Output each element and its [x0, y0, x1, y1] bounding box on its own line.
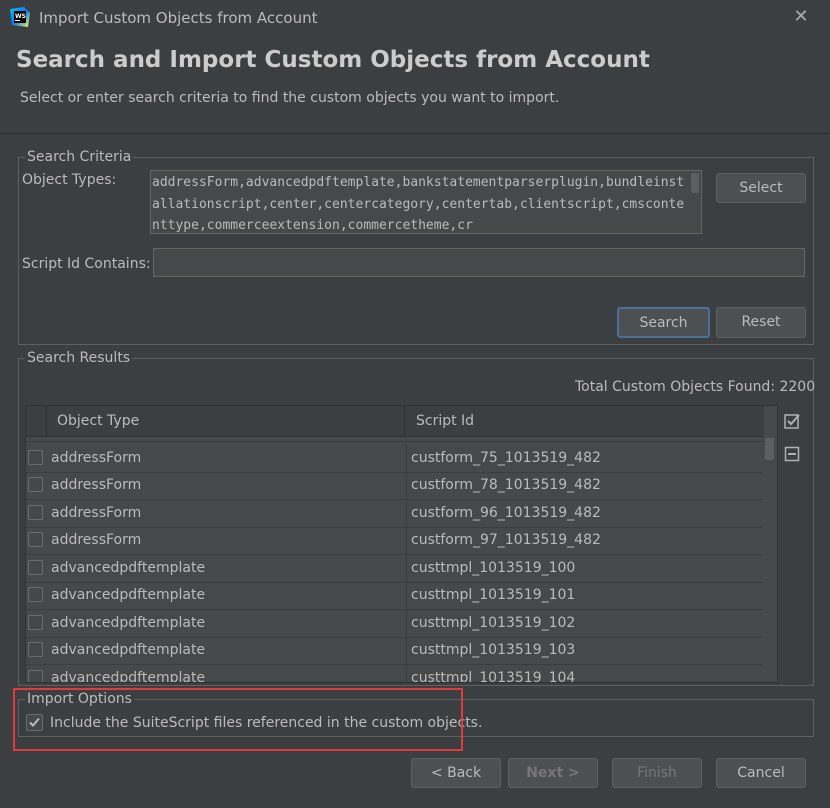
column-divider — [406, 472, 407, 499]
column-divider — [406, 637, 407, 664]
row-checkbox[interactable] — [28, 450, 43, 465]
object-types-scroll-thumb[interactable] — [691, 173, 699, 193]
object-type-cell: advancedpdftemplate — [51, 587, 206, 603]
script-id-cell: custform_96_1013519_482 — [411, 505, 601, 521]
object-type-cell: addressForm — [51, 477, 142, 493]
column-header-object-type[interactable]: Object Type — [47, 406, 405, 436]
object-types-textarea[interactable]: addressForm,advancedpdftemplate,bankstat… — [150, 170, 702, 234]
table-row[interactable]: addressForm custform_97_1013519_482 — [26, 527, 764, 555]
table-row[interactable]: addressForm custform_78_1013519_482 — [26, 472, 764, 500]
select-button[interactable]: Select — [716, 173, 806, 203]
script-id-cell: custtmpl_1013519_101 — [411, 587, 576, 603]
results-table: Object Type Script Id addressForm custfo… — [25, 405, 778, 683]
table-row[interactable]: advancedpdftemplate custtmpl_1013519_103 — [26, 637, 764, 665]
search-results-legend: Search Results — [25, 350, 133, 366]
table-row[interactable]: addressForm custform_96_1013519_482 — [26, 500, 764, 528]
back-button[interactable]: < Back — [411, 758, 501, 788]
script-id-cell: custtmpl_1013519_102 — [411, 615, 576, 631]
column-divider — [406, 582, 407, 609]
reset-button[interactable]: Reset — [716, 307, 806, 338]
table-scroll-thumb[interactable] — [765, 438, 774, 460]
object-type-cell: advancedpdftemplate — [51, 615, 206, 631]
object-type-cell: addressForm — [51, 532, 142, 548]
highlight-annotation — [13, 688, 463, 751]
script-id-label: Script Id Contains: — [22, 256, 151, 272]
header-divider — [0, 133, 830, 134]
column-divider — [406, 665, 407, 682]
header-checkbox-column — [26, 406, 47, 436]
object-types-scrollbar[interactable] — [689, 171, 701, 233]
app-icon-label: WS — [15, 13, 26, 20]
row-checkbox[interactable] — [28, 505, 43, 520]
script-id-cell: custform_78_1013519_482 — [411, 477, 601, 493]
window-title: Import Custom Objects from Account — [39, 9, 318, 27]
object-types-value: addressForm,advancedpdftemplate,bankstat… — [152, 175, 685, 233]
table-row[interactable]: addressForm custform_75_1013519_482 — [26, 445, 764, 473]
column-divider — [406, 610, 407, 637]
row-checkbox[interactable] — [28, 642, 43, 657]
cancel-button[interactable]: Cancel — [716, 758, 806, 788]
object-type-cell: addressForm — [51, 450, 142, 466]
search-button[interactable]: Search — [617, 307, 710, 338]
next-button[interactable]: Next > — [508, 758, 598, 788]
object-type-cell: advancedpdftemplate — [51, 670, 206, 683]
total-found-label: Total Custom Objects Found: 2200 — [575, 379, 816, 395]
row-checkbox[interactable] — [28, 615, 43, 630]
table-row[interactable]: advancedpdftemplate custtmpl_1013519_101 — [26, 582, 764, 610]
script-id-input[interactable] — [153, 248, 805, 277]
select-all-icon[interactable] — [784, 413, 800, 429]
row-checkbox[interactable] — [28, 587, 43, 602]
row-checkbox[interactable] — [28, 560, 43, 575]
close-icon[interactable]: ✕ — [790, 6, 812, 28]
script-id-cell: custtmpl_1013519_103 — [411, 642, 576, 658]
table-row-partial — [26, 433, 764, 442]
column-divider — [406, 433, 407, 441]
table-row[interactable]: advancedpdftemplate custtmpl_1013519_102 — [26, 610, 764, 638]
object-type-cell: advancedpdftemplate — [51, 642, 206, 658]
row-checkbox[interactable] — [28, 670, 43, 682]
table-row[interactable]: advancedpdftemplate custtmpl_1013519_100 — [26, 555, 764, 583]
table-scrollbar[interactable] — [763, 436, 776, 681]
script-id-cell: custtmpl_1013519_104 — [411, 670, 576, 683]
row-checkbox[interactable] — [28, 477, 43, 492]
page-subtitle: Select or enter search criteria to find … — [20, 90, 560, 106]
row-checkbox[interactable] — [28, 532, 43, 547]
table-row[interactable]: advancedpdftemplate custtmpl_1013519_104 — [26, 665, 764, 683]
column-divider — [406, 500, 407, 527]
column-header-script-id[interactable]: Script Id — [406, 406, 764, 436]
object-type-cell: advancedpdftemplate — [51, 560, 206, 576]
object-types-label: Object Types: — [22, 172, 117, 188]
deselect-all-icon[interactable] — [784, 446, 800, 462]
script-id-cell: custform_97_1013519_482 — [411, 532, 601, 548]
page-title: Search and Import Custom Objects from Ac… — [16, 47, 650, 73]
webstorm-app-icon: WS — [10, 7, 30, 27]
column-divider — [406, 445, 407, 472]
search-criteria-legend: Search Criteria — [25, 149, 134, 165]
column-divider — [406, 555, 407, 582]
script-id-cell: custform_75_1013519_482 — [411, 450, 601, 466]
script-id-cell: custtmpl_1013519_100 — [411, 560, 576, 576]
column-divider — [406, 527, 407, 554]
object-type-cell: addressForm — [51, 505, 142, 521]
finish-button[interactable]: Finish — [612, 758, 702, 788]
